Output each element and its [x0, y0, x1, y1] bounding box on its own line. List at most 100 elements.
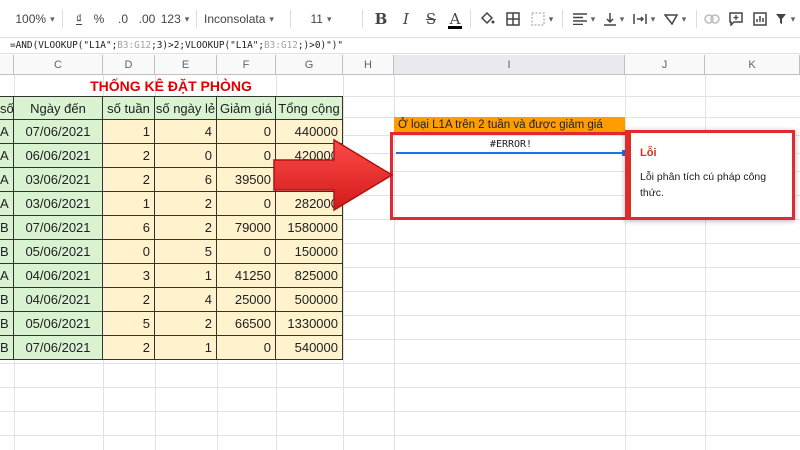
cell-weeks[interactable]: 1	[103, 120, 155, 144]
cell-weeks[interactable]: 0	[103, 240, 155, 264]
cell-weeks[interactable]: 2	[103, 336, 155, 360]
horizontal-align-icon[interactable]	[570, 6, 598, 32]
cell-weeks[interactable]: 2	[103, 288, 155, 312]
cell-code[interactable]: A	[0, 192, 14, 216]
red-arrow-icon	[273, 138, 394, 212]
fill-color-icon[interactable]	[476, 6, 498, 32]
header-total[interactable]: Tổng cộng	[276, 96, 343, 120]
cell-discount[interactable]: 0	[217, 240, 276, 264]
text-rotation-icon[interactable]	[660, 6, 690, 32]
cell-discount[interactable]: 0	[217, 144, 276, 168]
font-family-select[interactable]: Inconsolata	[204, 6, 284, 32]
cell-code[interactable]: B	[0, 336, 14, 360]
cell-code[interactable]: B	[0, 312, 14, 336]
cell-discount[interactable]: 0	[217, 120, 276, 144]
cell-weeks[interactable]: 2	[103, 144, 155, 168]
cell-extra-days[interactable]: 2	[155, 192, 217, 216]
header-arrival-date[interactable]: Ngày đến	[14, 96, 103, 120]
column-header-k[interactable]: K	[705, 55, 800, 75]
column-header-partial[interactable]	[0, 55, 14, 75]
italic-button[interactable]: I	[397, 6, 415, 32]
percent-format-button[interactable]: %	[90, 6, 108, 32]
header-extra-days[interactable]: số ngày lẻ	[155, 96, 217, 120]
insert-comment-icon[interactable]	[726, 6, 746, 32]
cell-weeks[interactable]: 5	[103, 312, 155, 336]
cell-code[interactable]: A	[0, 120, 14, 144]
column-header-h[interactable]: H	[343, 55, 394, 75]
column-header-c[interactable]: C	[14, 55, 103, 75]
cell-weeks[interactable]: 2	[103, 168, 155, 192]
column-header-g[interactable]: G	[276, 55, 343, 75]
cell-discount[interactable]: 25000	[217, 288, 276, 312]
cell-arrival-date[interactable]: 04/06/2021	[14, 288, 103, 312]
cell-extra-days[interactable]: 1	[155, 264, 217, 288]
cell-arrival-date[interactable]: 07/06/2021	[14, 336, 103, 360]
more-formats-button[interactable]: 123	[160, 6, 190, 32]
header-discount[interactable]: Giảm giá	[217, 96, 276, 120]
cell-discount[interactable]: 41250	[217, 264, 276, 288]
error-popup: Lỗi Lỗi phân tích cú pháp công thức.	[625, 130, 795, 220]
cell-extra-days[interactable]: 1	[155, 336, 217, 360]
header-code[interactable]: số	[0, 96, 14, 120]
column-header-i[interactable]: I	[394, 55, 625, 75]
currency-format-button[interactable]: ₫	[70, 6, 88, 32]
cell-extra-days[interactable]: 4	[155, 120, 217, 144]
cell-extra-days[interactable]: 5	[155, 240, 217, 264]
cell-extra-days[interactable]: 2	[155, 216, 217, 240]
cell-code[interactable]: A	[0, 168, 14, 192]
zoom-select[interactable]: 100%	[14, 6, 56, 32]
cell-discount[interactable]: 79000	[217, 216, 276, 240]
column-header-f[interactable]: F	[217, 55, 276, 75]
cell-code[interactable]: B	[0, 240, 14, 264]
cell-arrival-date[interactable]: 04/06/2021	[14, 264, 103, 288]
error-popup-message: Lỗi phân tích cú pháp công thức.	[640, 171, 767, 199]
insert-link-icon[interactable]	[702, 6, 722, 32]
text-wrap-icon[interactable]	[630, 6, 658, 32]
column-header-e[interactable]: E	[155, 55, 217, 75]
cell-arrival-date[interactable]: 06/06/2021	[14, 144, 103, 168]
increase-decimal-button[interactable]: .00	[136, 6, 158, 32]
borders-icon[interactable]	[502, 6, 524, 32]
insert-chart-icon[interactable]	[750, 6, 770, 32]
column-header-d[interactable]: D	[103, 55, 155, 75]
cell-extra-days[interactable]: 4	[155, 288, 217, 312]
cell-discount[interactable]: 66500	[217, 312, 276, 336]
header-weeks[interactable]: số tuần	[103, 96, 155, 120]
font-size-select[interactable]: 11	[296, 6, 346, 32]
cell-arrival-date[interactable]: 03/06/2021	[14, 192, 103, 216]
cell-total[interactable]: 500000	[276, 288, 343, 312]
cell-code[interactable]: A	[0, 264, 14, 288]
filter-icon[interactable]	[772, 6, 798, 32]
cell-extra-days[interactable]: 0	[155, 144, 217, 168]
cell-arrival-date[interactable]: 07/06/2021	[14, 216, 103, 240]
cell-total[interactable]: 150000	[276, 240, 343, 264]
vertical-align-icon[interactable]	[600, 6, 628, 32]
cell-arrival-date[interactable]: 05/06/2021	[14, 312, 103, 336]
cell-total[interactable]: 825000	[276, 264, 343, 288]
cell-arrival-date[interactable]: 03/06/2021	[14, 168, 103, 192]
cell-weeks[interactable]: 6	[103, 216, 155, 240]
strikethrough-button[interactable]: S	[422, 6, 440, 32]
bold-button[interactable]: B	[372, 6, 390, 32]
cell-weeks[interactable]: 1	[103, 192, 155, 216]
cell-extra-days[interactable]: 6	[155, 168, 217, 192]
cell-arrival-date[interactable]: 05/06/2021	[14, 240, 103, 264]
cell-code[interactable]: A	[0, 144, 14, 168]
cell-extra-days[interactable]: 2	[155, 312, 217, 336]
formula-text: =AND(VLOOKUP("L1A";	[10, 40, 118, 51]
cell-weeks[interactable]: 3	[103, 264, 155, 288]
cell-code[interactable]: B	[0, 288, 14, 312]
cell-discount[interactable]: 39500	[217, 168, 276, 192]
cell-code[interactable]: B	[0, 216, 14, 240]
cell-total[interactable]: 1330000	[276, 312, 343, 336]
cell-discount[interactable]: 0	[217, 336, 276, 360]
decrease-decimal-button[interactable]: .0	[112, 6, 134, 32]
merge-cells-icon[interactable]	[528, 6, 556, 32]
cell-discount[interactable]: 0	[217, 192, 276, 216]
cell-total[interactable]: 1580000	[276, 216, 343, 240]
text-color-button[interactable]: A	[446, 6, 464, 32]
cell-arrival-date[interactable]: 07/06/2021	[14, 120, 103, 144]
cell-total[interactable]: 540000	[276, 336, 343, 360]
formula-bar[interactable]: =AND(VLOOKUP("L1A";B3:G12;3)>2;VLOOKUP("…	[0, 38, 800, 54]
column-header-j[interactable]: J	[625, 55, 705, 75]
